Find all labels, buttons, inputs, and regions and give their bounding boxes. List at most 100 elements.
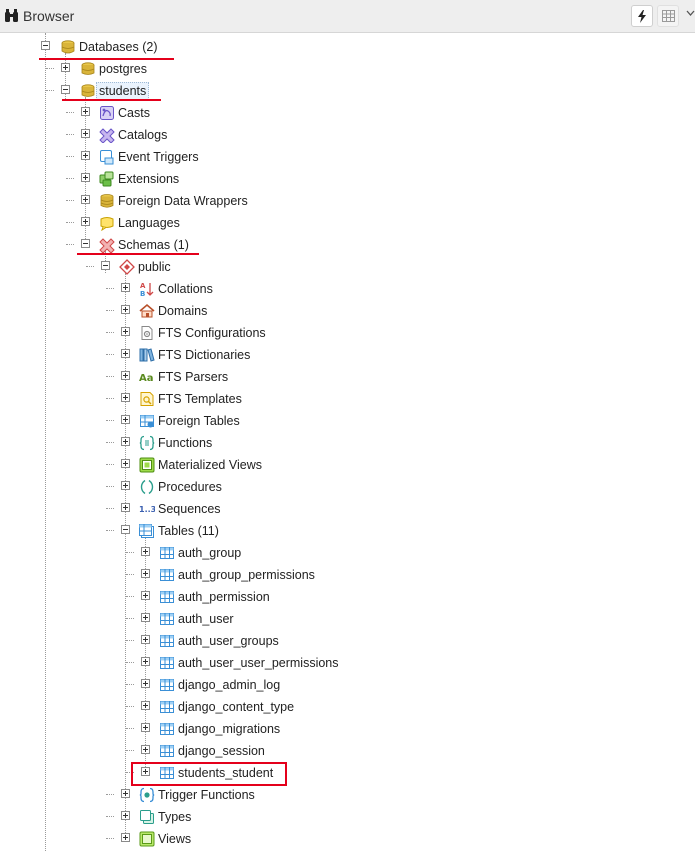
expand-toggle[interactable] — [81, 195, 90, 204]
tree-node-languages[interactable]: Languages — [0, 212, 420, 234]
annotation-box-students-student — [131, 762, 287, 786]
tree-node-fts-dictionaries[interactable]: FTS Dictionaries — [0, 344, 420, 366]
expand-toggle[interactable] — [81, 217, 90, 226]
sequences-icon: 1..3 — [139, 501, 155, 517]
tree-node-auth-user-user-permissions[interactable]: auth_user_user_permissions — [0, 652, 420, 674]
panel-title: Browser — [23, 8, 75, 24]
catalogs-icon — [99, 127, 115, 143]
tree-branch — [126, 662, 134, 663]
expand-toggle[interactable] — [61, 63, 70, 72]
tree-node-auth-group[interactable]: auth_group — [0, 542, 420, 564]
table-grid-icon — [662, 10, 675, 22]
tree-node-django-content-type[interactable]: django_content_type — [0, 696, 420, 718]
expand-toggle[interactable] — [121, 327, 130, 336]
table-icon — [159, 545, 175, 561]
tree-node-django-session[interactable]: django_session — [0, 740, 420, 762]
collapse-toggle[interactable] — [61, 85, 70, 94]
collapse-toggle[interactable] — [101, 261, 110, 270]
expand-toggle[interactable] — [121, 283, 130, 292]
chevron-down-icon[interactable] — [686, 8, 695, 18]
expand-toggle[interactable] — [141, 547, 150, 556]
tree-branch — [66, 244, 74, 245]
tree-node-procedures[interactable]: Procedures — [0, 476, 420, 498]
tree-node-casts[interactable]: Casts — [0, 102, 420, 124]
view-data-button[interactable] — [657, 5, 679, 27]
collapse-toggle[interactable] — [81, 239, 90, 248]
tree-label: Materialized Views — [158, 458, 262, 472]
expand-toggle[interactable] — [141, 635, 150, 644]
expand-toggle[interactable] — [121, 371, 130, 380]
tree-node-auth-user-groups[interactable]: auth_user_groups — [0, 630, 420, 652]
collapse-toggle[interactable] — [41, 41, 50, 50]
trigger-functions-icon — [139, 787, 155, 803]
expand-toggle[interactable] — [141, 723, 150, 732]
tree-label: auth_user_groups — [178, 634, 279, 648]
tree-node-auth-user[interactable]: auth_user — [0, 608, 420, 630]
tree-label: django_content_type — [178, 700, 295, 714]
expand-toggle[interactable] — [121, 349, 130, 358]
tree-node-auth-permission[interactable]: auth_permission — [0, 586, 420, 608]
expand-toggle[interactable] — [141, 613, 150, 622]
tree-node-foreign-data-wrappers[interactable]: Foreign Data Wrappers — [0, 190, 420, 212]
databases-icon — [60, 39, 76, 55]
tree-node-auth-group-permissions[interactable]: auth_group_permissions — [0, 564, 420, 586]
tree-node-fts-parsers[interactable]: Aa FTS Parsers — [0, 366, 420, 388]
expand-toggle[interactable] — [121, 811, 130, 820]
svg-text:B: B — [140, 290, 145, 297]
tree-node-postgres[interactable]: postgres — [0, 58, 300, 80]
expand-toggle[interactable] — [121, 305, 130, 314]
tree-node-extensions[interactable]: Extensions — [0, 168, 420, 190]
tree-branch — [126, 552, 134, 553]
expand-toggle[interactable] — [121, 437, 130, 446]
types-icon — [139, 809, 155, 825]
tree-node-databases[interactable]: Databases (2) — [0, 36, 300, 58]
expand-toggle[interactable] — [81, 107, 90, 116]
tree-node-collations[interactable]: A B Collations — [0, 278, 420, 300]
tree-label: Languages — [118, 216, 180, 230]
expand-toggle[interactable] — [81, 129, 90, 138]
tree-node-tables[interactable]: Tables (11) — [0, 520, 300, 542]
tree-branch — [106, 794, 114, 795]
tree-node-fts-templates[interactable]: FTS Templates — [0, 388, 420, 410]
expand-toggle[interactable] — [141, 591, 150, 600]
tree-node-sequences[interactable]: 1..3 Sequences — [0, 498, 420, 520]
tree-node-catalogs[interactable]: Catalogs — [0, 124, 420, 146]
tree-node-domains[interactable]: Domains — [0, 300, 420, 322]
tree-node-django-admin-log[interactable]: django_admin_log — [0, 674, 420, 696]
expand-toggle[interactable] — [121, 789, 130, 798]
lightning-icon — [638, 10, 646, 23]
expand-toggle[interactable] — [141, 745, 150, 754]
expand-toggle[interactable] — [121, 833, 130, 842]
tree-node-public[interactable]: public — [0, 256, 300, 278]
expand-toggle[interactable] — [81, 151, 90, 160]
expand-toggle[interactable] — [121, 415, 130, 424]
expand-toggle[interactable] — [121, 503, 130, 512]
tree-node-views[interactable]: Views — [0, 828, 420, 850]
binoculars-icon — [5, 9, 18, 22]
collapse-toggle[interactable] — [121, 525, 130, 534]
tree-node-fts-configurations[interactable]: FTS Configurations — [0, 322, 420, 344]
query-tool-button[interactable] — [631, 5, 653, 27]
expand-toggle[interactable] — [121, 393, 130, 402]
tree-node-functions[interactable]: Functions — [0, 432, 420, 454]
tree-node-django-migrations[interactable]: django_migrations — [0, 718, 420, 740]
tree-node-foreign-tables[interactable]: Foreign Tables — [0, 410, 420, 432]
tree-node-materialized-views[interactable]: Materialized Views — [0, 454, 420, 476]
expand-toggle[interactable] — [121, 481, 130, 490]
tree-branch — [66, 178, 74, 179]
tree-label: Foreign Tables — [158, 414, 240, 428]
tree-label: FTS Templates — [158, 392, 242, 406]
expand-toggle[interactable] — [141, 569, 150, 578]
tree-label: Procedures — [158, 480, 222, 494]
expand-toggle[interactable] — [141, 679, 150, 688]
expand-toggle[interactable] — [141, 657, 150, 666]
expand-toggle[interactable] — [141, 701, 150, 710]
tree-branch — [106, 816, 114, 817]
expand-toggle[interactable] — [121, 459, 130, 468]
event-triggers-icon — [99, 149, 115, 165]
casts-icon — [99, 105, 115, 121]
tree-node-event-triggers[interactable]: Event Triggers — [0, 146, 420, 168]
expand-toggle[interactable] — [81, 173, 90, 182]
tree-node-trigger-functions[interactable]: Trigger Functions — [0, 784, 420, 806]
tree-node-types[interactable]: Types — [0, 806, 420, 828]
